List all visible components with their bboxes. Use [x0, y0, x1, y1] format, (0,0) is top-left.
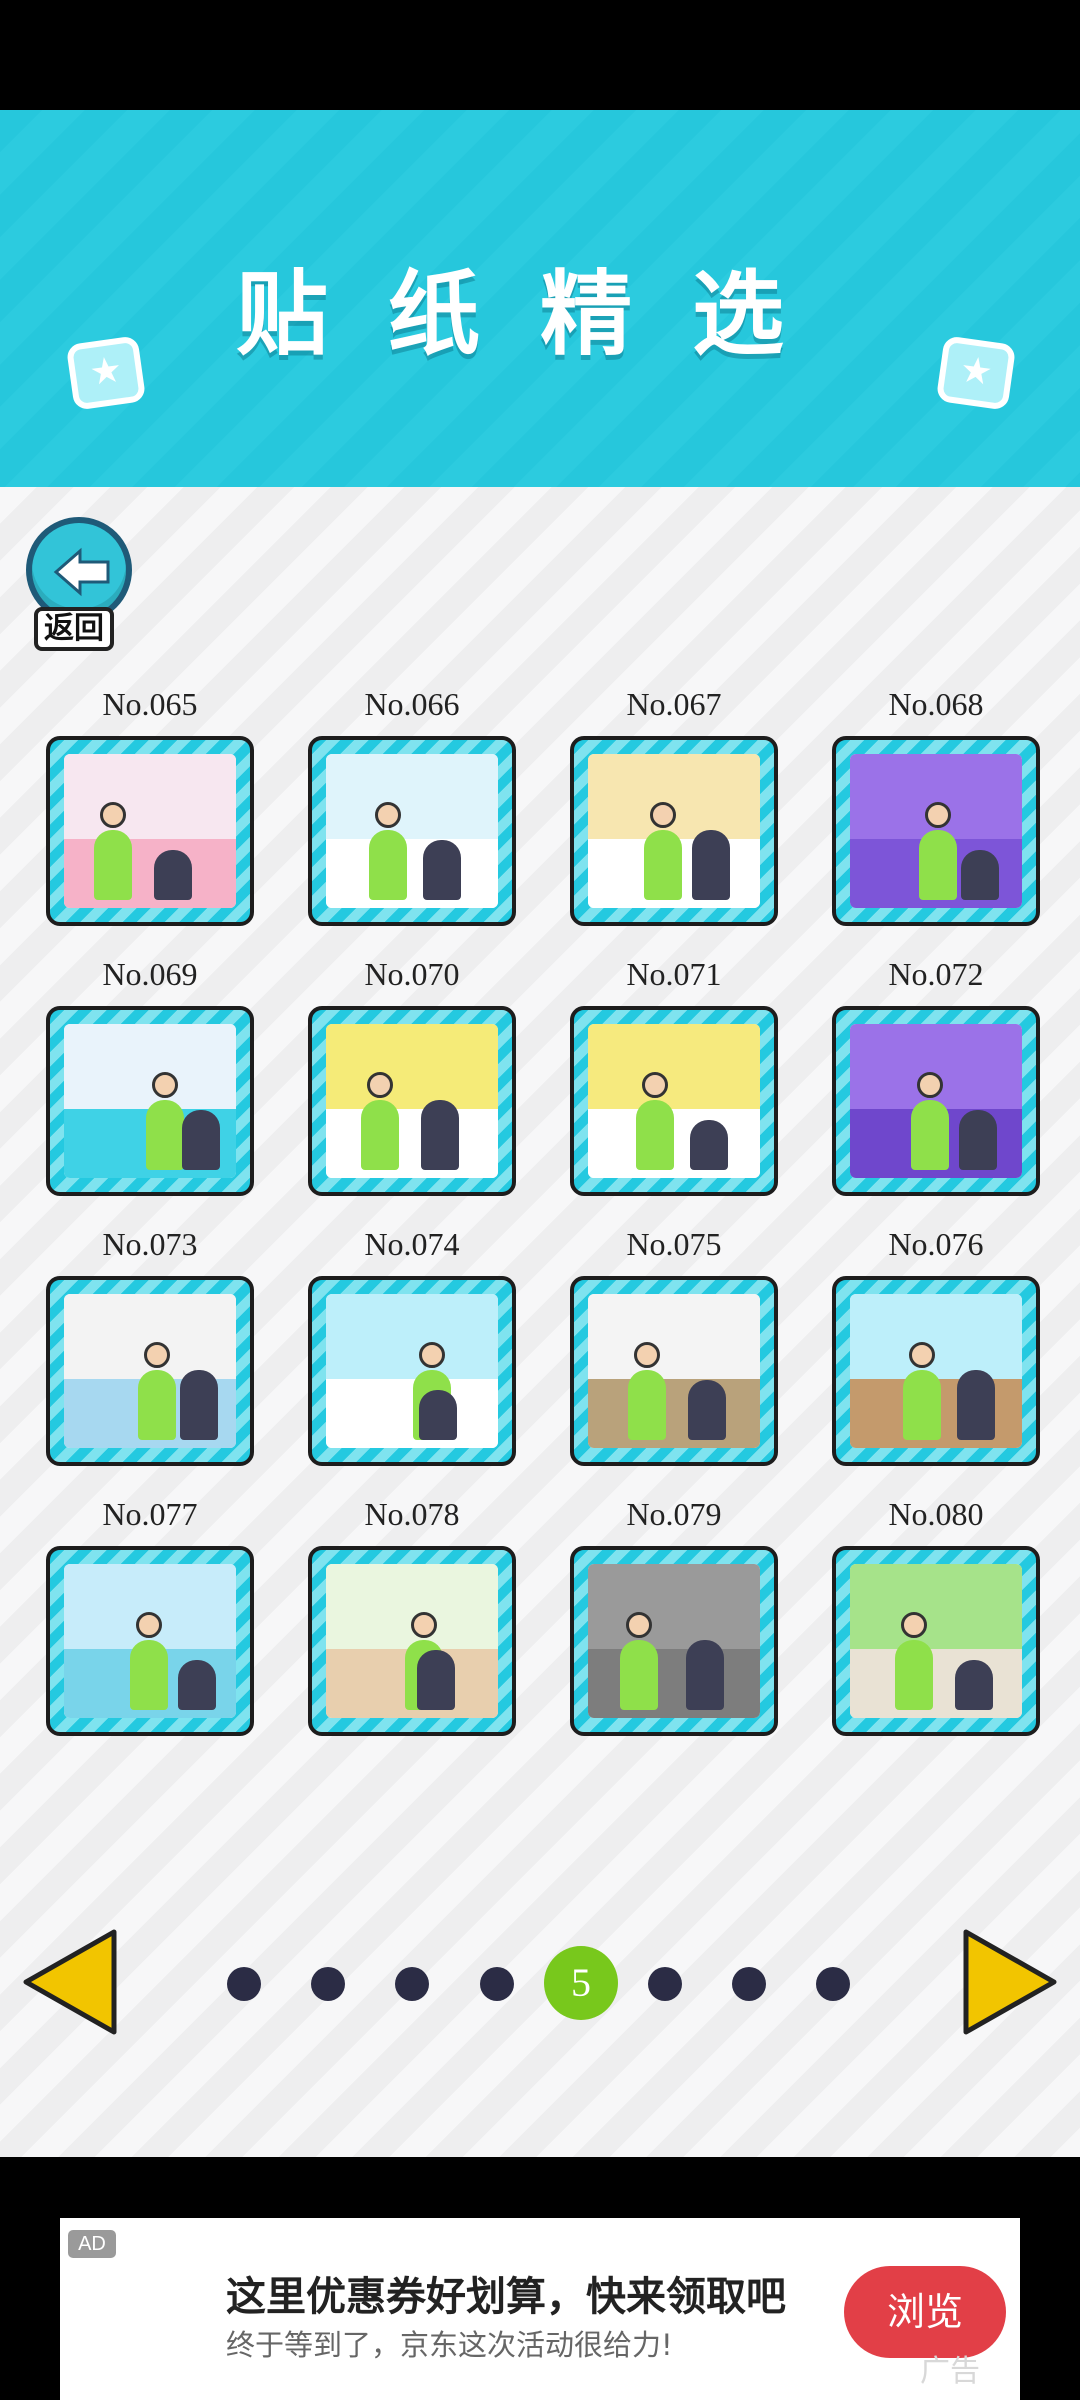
sticker-thumbnail[interactable] [570, 1006, 778, 1196]
sticker-image [588, 1024, 760, 1178]
sticker-thumbnail[interactable] [832, 1006, 1040, 1196]
sticker-number: No.070 [364, 956, 460, 992]
sticker-thumbnail[interactable] [46, 1276, 254, 1466]
sticker-image [64, 754, 236, 908]
sticker-image [850, 1564, 1022, 1718]
sticker-image [326, 1294, 498, 1448]
back-button[interactable]: 返回 [26, 517, 136, 667]
sticker-number: No.073 [102, 1226, 198, 1262]
sticker-image [588, 1564, 760, 1718]
triangle-right-icon [963, 1929, 1057, 2035]
sticker-thumbnail[interactable] [46, 736, 254, 926]
sticker-image [64, 1024, 236, 1178]
sticker-number: No.079 [626, 1496, 722, 1532]
sticker-thumbnail[interactable] [308, 1006, 516, 1196]
sticker-thumbnail[interactable] [308, 1276, 516, 1466]
sticker-thumbnail[interactable] [46, 1006, 254, 1196]
sticker-image [326, 1024, 498, 1178]
sticker-image [850, 1294, 1022, 1448]
sticker-thumbnail[interactable] [570, 1546, 778, 1736]
ad-browse-button[interactable]: 浏览 [844, 2266, 1006, 2358]
page-dot-7[interactable] [732, 1967, 766, 2001]
sticker-number: No.069 [102, 956, 198, 992]
sticker-number: No.078 [364, 1496, 460, 1532]
sticker-image [64, 1294, 236, 1448]
sticker-image [64, 1564, 236, 1718]
sticker-number: No.080 [888, 1496, 984, 1532]
sticker-thumbnail[interactable] [570, 736, 778, 926]
sticker-image [588, 1294, 760, 1448]
sticker-thumbnail[interactable] [570, 1276, 778, 1466]
sticker-image [588, 754, 760, 908]
sticker-number: No.071 [626, 956, 722, 992]
sticker-image [850, 1024, 1022, 1178]
sticker-image [326, 754, 498, 908]
ad-tag: AD [68, 2230, 116, 2258]
prev-page-button[interactable] [18, 1924, 122, 2040]
page-dot-4[interactable] [480, 1967, 514, 2001]
page-dot-1[interactable] [227, 1967, 261, 2001]
sticker-image [850, 754, 1022, 908]
page-dot-6[interactable] [648, 1967, 682, 2001]
page-title: 贴纸精选 [235, 261, 844, 368]
next-page-button[interactable] [958, 1924, 1062, 2040]
sticker-thumbnail[interactable] [832, 1276, 1040, 1466]
sticker-number: No.066 [364, 686, 460, 722]
page-dot-current[interactable]: 5 [544, 1946, 618, 2020]
sticker-image [326, 1564, 498, 1718]
sticker-thumbnail[interactable] [832, 736, 1040, 926]
sticker-thumbnail[interactable] [308, 1546, 516, 1736]
arrow-left-icon [53, 547, 110, 597]
triangle-left-icon [23, 1929, 117, 2035]
ad-watermark: 广告 [920, 2354, 980, 2389]
page-dot-2[interactable] [311, 1967, 345, 2001]
sticker-number: No.068 [888, 686, 984, 722]
page-dot-8[interactable] [816, 1967, 850, 2001]
sticker-number: No.075 [626, 1226, 722, 1262]
sticker-number: No.067 [626, 686, 722, 722]
sticker-thumbnail[interactable] [46, 1546, 254, 1736]
ad-headline[interactable]: 这里优惠券好划算，快来领取吧 [226, 2264, 786, 2322]
sticker-thumbnail[interactable] [832, 1546, 1040, 1736]
status-bar [0, 0, 1080, 110]
sticker-number: No.076 [888, 1226, 984, 1262]
sticker-thumbnail[interactable] [308, 736, 516, 926]
sticker-number: No.065 [102, 686, 198, 722]
ad-banner[interactable]: AD 这里优惠券好划算，快来领取吧 终于等到了，京东这次活动很给力! 浏览 广告 [60, 2218, 1020, 2400]
ad-subline: 终于等到了，京东这次活动很给力! [226, 2328, 673, 2362]
sticker-number: No.077 [102, 1496, 198, 1532]
back-button-label: 返回 [34, 607, 114, 651]
page-dot-3[interactable] [395, 1967, 429, 2001]
sticker-number: No.074 [364, 1226, 460, 1262]
sticker-number: No.072 [888, 956, 984, 992]
